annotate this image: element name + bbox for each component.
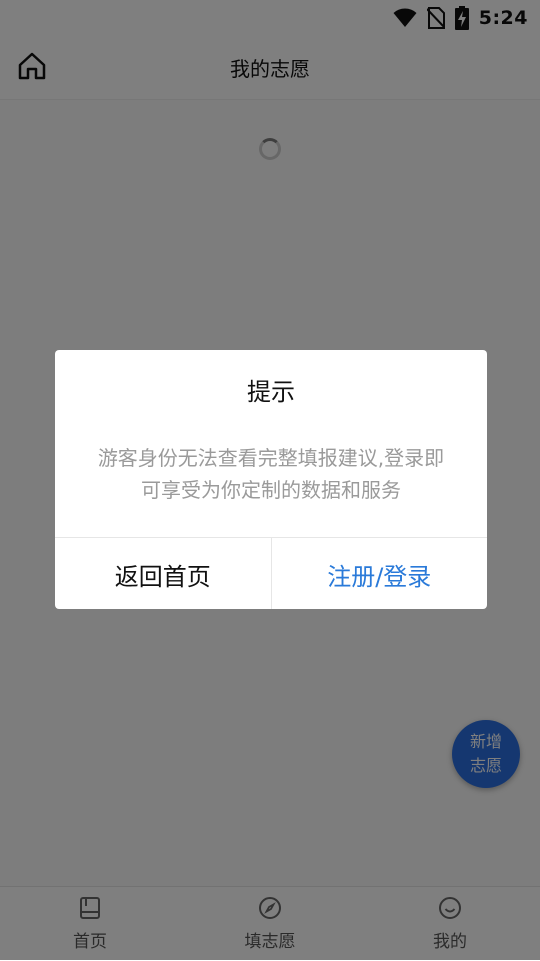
login-prompt-dialog: 提示 游客身份无法查看完整填报建议,登录即可享受为你定制的数据和服务 返回首页 … <box>55 350 487 609</box>
back-to-home-button[interactable]: 返回首页 <box>55 538 272 609</box>
dialog-actions: 返回首页 注册/登录 <box>55 537 487 609</box>
dialog-message: 游客身份无法查看完整填报建议,登录即可享受为你定制的数据和服务 <box>97 446 445 502</box>
dialog-title: 提示 <box>247 378 295 406</box>
register-login-button[interactable]: 注册/登录 <box>272 538 488 609</box>
